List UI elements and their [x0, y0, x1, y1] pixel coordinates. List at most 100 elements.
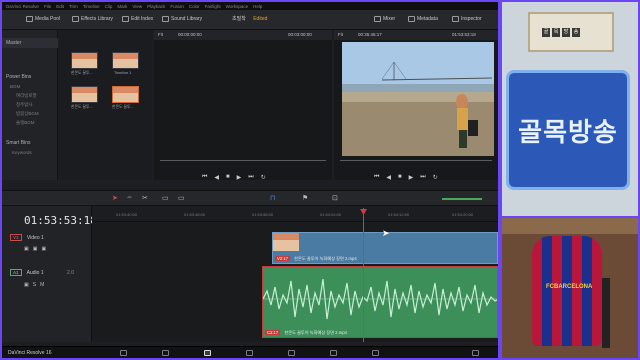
menu-item[interactable]: Playback — [147, 4, 165, 9]
play-reverse-icon[interactable]: ◀ — [214, 174, 219, 181]
ruler-tick: 01:53:48:00 — [184, 212, 206, 217]
name-plaque: 골 목 방 송 — [528, 12, 614, 52]
master-bin-label: Master — [6, 40, 22, 46]
snapping-icon[interactable]: ⊓ — [270, 194, 275, 202]
media-thumbnail-label: 한몬도 꿀투... — [71, 71, 93, 75]
color-page-icon[interactable] — [288, 350, 295, 356]
stop-icon[interactable]: ■ — [398, 174, 402, 181]
source-viewer-header: Fit 00:00:00:00 00:03:00:00 — [154, 30, 332, 40]
clip-name: 한몬도 꿀투어 녹화예상 장면 2.mp4 — [294, 256, 357, 261]
jump-start-icon[interactable]: ⏮ — [374, 174, 379, 181]
power-bin-item[interactable]: 여리밤로열 — [16, 93, 37, 99]
metadata-label: Metadata — [417, 16, 438, 22]
power-bin-item[interactable]: 슬렝BGM — [16, 120, 35, 126]
timeline-toolbar: ➤ ⇔ ✂ ▭ ▭ ⊓ ⚑ ⊡ — [2, 190, 498, 206]
insert-clip-icon[interactable]: ▭ — [162, 194, 169, 202]
jump-end-icon[interactable]: ⏭ — [248, 174, 253, 181]
playhead-line[interactable] — [363, 208, 364, 342]
source-zoom[interactable]: Fit — [158, 32, 163, 37]
fairlight-page-icon[interactable] — [330, 350, 337, 356]
source-transport-controls: ⏮ ◀ ■ ▶ ⏭ ↻ — [202, 174, 266, 181]
menu-item[interactable]: Help — [253, 4, 262, 9]
power-bin-item[interactable]: 밤봄상BGM — [16, 111, 39, 117]
sound-library-button[interactable]: Sound Library — [162, 16, 202, 22]
keywords-bin[interactable]: Keywords — [12, 150, 32, 155]
video-track-controls: ▣ ▣ ▣ — [24, 246, 46, 252]
lock-icon[interactable]: ▣ — [24, 282, 29, 288]
main-toolbar: Media Pool Effects Library Edit Index So… — [2, 10, 498, 30]
media-pool-label: Media Pool — [35, 16, 61, 22]
bookshelf — [502, 218, 638, 234]
plaque-tiles: 골 목 방 송 — [542, 28, 580, 37]
menu-item[interactable]: DaVinci Resolve — [6, 4, 39, 9]
flag-icon[interactable]: ⚑ — [302, 194, 308, 202]
source-viewer[interactable]: Fit 00:00:00:00 00:03:00:00 — [154, 30, 332, 180]
edit-index-button[interactable]: Edit Index — [122, 16, 153, 22]
jump-end-icon[interactable]: ⏭ — [420, 174, 425, 181]
timeline-scrub-bar[interactable] — [340, 160, 492, 161]
overwrite-clip-icon[interactable]: ▭ — [178, 194, 185, 202]
timeline-timecode-right: 01:53:53:18 — [452, 32, 476, 37]
lock-icon[interactable]: ▣ — [24, 246, 29, 252]
menu-item[interactable]: Mark — [117, 4, 127, 9]
effects-library-button[interactable]: Effects Library — [72, 16, 113, 22]
loop-icon[interactable]: ↻ — [433, 174, 438, 181]
source-scrub-bar[interactable] — [160, 160, 326, 161]
menu-item[interactable]: Color — [189, 4, 200, 9]
loop-icon[interactable]: ↻ — [261, 174, 266, 181]
trim-tool-icon[interactable]: ⇔ — [126, 194, 133, 201]
media-thumbnail[interactable] — [71, 52, 98, 69]
solo-icon[interactable]: S — [33, 282, 36, 288]
clip-tag: V2:17 — [275, 256, 290, 261]
jump-start-icon[interactable]: ⏮ — [202, 174, 207, 181]
clip-name: 한몬도 꿀투어 녹화예상 장면 2.mp4 — [284, 330, 347, 335]
effects-icon — [72, 16, 79, 22]
media-pool-button[interactable]: Media Pool — [26, 16, 60, 22]
track-badge: A1 — [10, 269, 22, 276]
microphone-stand — [602, 278, 610, 348]
edit-page-icon[interactable] — [204, 350, 211, 356]
cut-page-icon[interactable] — [162, 350, 169, 356]
selection-tool-icon[interactable]: ➤ — [112, 194, 118, 202]
stop-icon[interactable]: ■ — [226, 174, 230, 181]
menu-item[interactable]: Clip — [105, 4, 113, 9]
deliver-page-icon[interactable] — [372, 350, 379, 356]
timeline-ruler[interactable]: 01:53:40:00 01:53:48:00 01:53:56:00 01:5… — [92, 206, 498, 222]
visibility-icon[interactable]: ▣ — [41, 246, 46, 252]
media-thumbnail[interactable] — [71, 86, 98, 103]
menu-item[interactable]: Edit — [56, 4, 64, 9]
zoom-slider[interactable] — [442, 198, 482, 200]
menu-item[interactable]: Timeline — [83, 4, 100, 9]
blade-tool-icon[interactable]: ✂ — [142, 194, 148, 202]
channel-banner-panel: 골 목 방 송 골목방송 — [502, 2, 638, 216]
menu-item[interactable]: File — [44, 4, 51, 9]
power-bin-item[interactable]: 청주밤사 — [16, 102, 33, 108]
zoom-full-icon[interactable]: ⊡ — [332, 194, 338, 202]
mixer-button[interactable]: Mixer — [374, 16, 395, 22]
mute-icon[interactable]: M — [40, 282, 44, 288]
audio-clip[interactable]: C2:17 한몬도 꿀투어 녹화예상 장면 2.mp4 — [262, 266, 498, 338]
video-track-header[interactable]: V1 Video 1 — [10, 234, 44, 241]
menu-item[interactable]: Fairlight — [205, 4, 221, 9]
power-bin-item[interactable]: BGM — [10, 84, 20, 89]
edited-status: Edited — [253, 16, 268, 22]
page-navigation-bar: DaVinci Resolve 16 — [2, 346, 498, 358]
metadata-button[interactable]: Metadata — [408, 16, 438, 22]
menu-item[interactable]: Trim — [69, 4, 78, 9]
timeline-zoom[interactable]: Fit — [338, 32, 343, 37]
menu-item[interactable]: Fusion — [170, 4, 184, 9]
play-icon[interactable]: ▶ — [237, 174, 242, 181]
inspector-button[interactable]: Inspector — [452, 16, 482, 22]
master-bin[interactable]: Master — [2, 38, 58, 48]
fusion-page-icon[interactable] — [246, 350, 253, 356]
menu-item[interactable]: View — [132, 4, 142, 9]
home-icon[interactable] — [472, 350, 479, 356]
auto-select-icon[interactable]: ▣ — [33, 246, 38, 252]
audio-track-header[interactable]: A1 Audio 1 2.0 — [10, 269, 74, 276]
play-icon[interactable]: ▶ — [409, 174, 414, 181]
media-page-icon[interactable] — [120, 350, 127, 356]
play-reverse-icon[interactable]: ◀ — [386, 174, 391, 181]
menu-item[interactable]: Workspace — [226, 4, 248, 9]
media-thumbnail-selected[interactable] — [112, 86, 139, 103]
media-thumbnail[interactable] — [112, 52, 139, 69]
